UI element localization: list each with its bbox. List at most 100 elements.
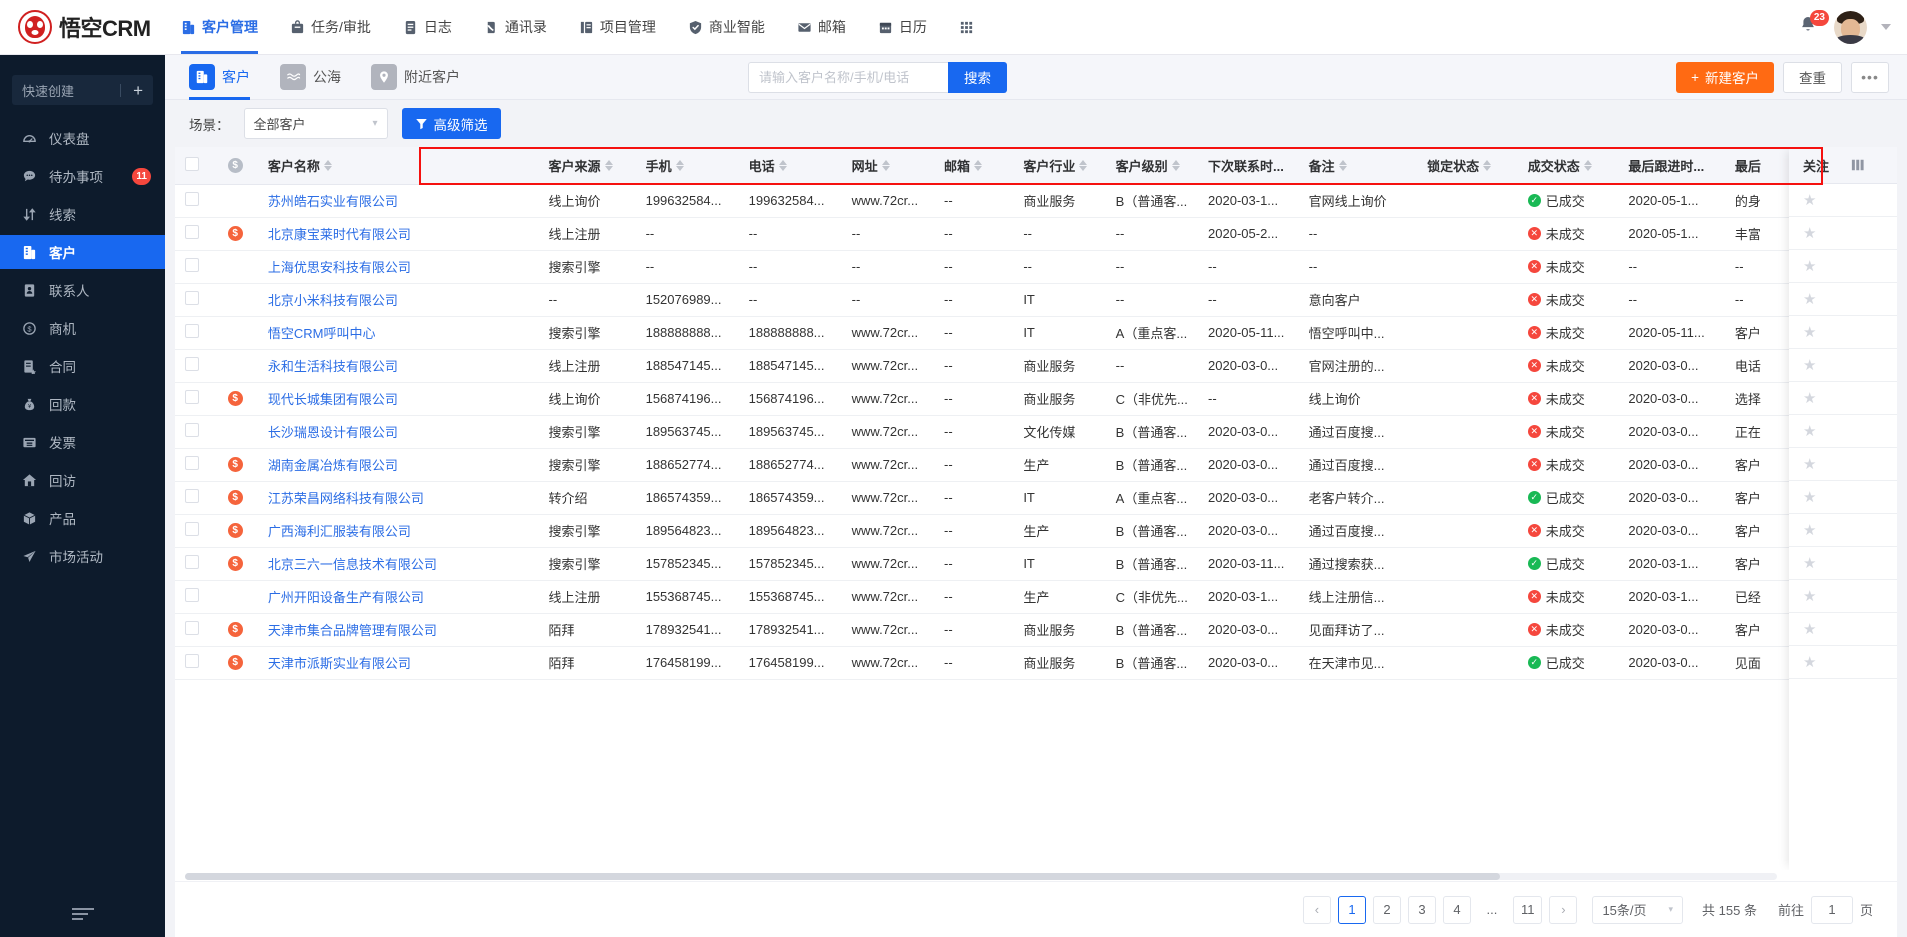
tab-public-pool[interactable]: 公海 xyxy=(280,55,341,100)
sidebar-item-dashboard[interactable]: 仪表盘 xyxy=(0,121,165,155)
star-icon[interactable]: ★ xyxy=(1803,521,1816,539)
nav-item-task-approval[interactable]: 任务/审批 xyxy=(274,0,387,54)
sidebar-item-invoice[interactable]: 发票 xyxy=(0,425,165,459)
sort-icon[interactable] xyxy=(1171,159,1180,171)
page-button-2[interactable]: 2 xyxy=(1372,895,1401,924)
customer-name-link[interactable]: 广西海利汇服装有限公司 xyxy=(268,524,411,539)
new-customer-button[interactable]: + 新建客户 xyxy=(1676,61,1774,93)
brand-logo[interactable]: 悟空CRM xyxy=(0,10,165,44)
star-icon[interactable]: ★ xyxy=(1803,587,1816,605)
sidebar-item-revisit[interactable]: 回访 xyxy=(0,463,165,497)
row-checkbox[interactable] xyxy=(185,357,199,371)
column-header-deal-status[interactable]: 成交状态 xyxy=(1517,147,1619,185)
row-checkbox[interactable] xyxy=(185,555,199,569)
search-input[interactable] xyxy=(748,61,948,93)
star-icon[interactable]: ★ xyxy=(1803,323,1816,341)
cell-customer-name[interactable]: 天津市派斯实业有限公司 xyxy=(257,646,539,680)
table-row[interactable]: $ 天津市派斯实业有限公司 陌拜 176458199... 176458199... ww… xyxy=(175,646,1897,680)
next-page-button[interactable]: › xyxy=(1549,895,1578,924)
search-button[interactable]: 搜索 xyxy=(948,61,1007,93)
customer-name-link[interactable]: 悟空CRM呼叫中心 xyxy=(268,326,376,341)
table-row[interactable]: $ 天津市集合品牌管理有限公司 陌拜 178932541... 178932541...… xyxy=(175,613,1897,647)
nav-item-mailbox[interactable]: 邮箱 xyxy=(781,0,862,54)
column-header-last-follow-time[interactable]: 最后跟进时... xyxy=(1618,147,1725,185)
row-checkbox[interactable] xyxy=(185,225,199,239)
customer-name-link[interactable]: 现代长城集团有限公司 xyxy=(268,392,398,407)
horizontal-scrollbar[interactable] xyxy=(185,870,1887,881)
nav-item-calendar[interactable]: 日历 xyxy=(862,0,943,54)
row-checkbox[interactable] xyxy=(185,324,199,338)
sidebar-item-contract[interactable]: 合同 xyxy=(0,349,165,383)
cell-customer-name[interactable]: 广西海利汇服装有限公司 xyxy=(257,514,539,548)
cell-customer-name[interactable]: 江苏荣昌网络科技有限公司 xyxy=(257,481,539,515)
row-checkbox[interactable] xyxy=(185,588,199,602)
table-row[interactable]: $ 广西海利汇服装有限公司 搜索引擎 189564823... 189564823...… xyxy=(175,514,1897,548)
customer-name-link[interactable]: 广州开阳设备生产有限公司 xyxy=(268,590,424,605)
cell-customer-name[interactable]: 天津市集合品牌管理有限公司 xyxy=(257,613,539,647)
star-icon[interactable]: ★ xyxy=(1803,290,1816,308)
table-row[interactable]: 永和生活科技有限公司 线上注册 188547145... 188547145... ww… xyxy=(175,349,1897,383)
nav-item-log[interactable]: 日志 xyxy=(387,0,468,54)
column-header-industry[interactable]: 客户行业 xyxy=(1013,147,1106,185)
customer-name-link[interactable]: 天津市派斯实业有限公司 xyxy=(268,656,411,671)
tab-customer[interactable]: 客户 xyxy=(189,55,250,100)
row-checkbox[interactable] xyxy=(185,291,199,305)
sort-icon[interactable] xyxy=(604,159,613,171)
row-checkbox[interactable] xyxy=(185,423,199,437)
column-header-mobile[interactable]: 手机 xyxy=(635,147,739,185)
row-checkbox[interactable] xyxy=(185,456,199,470)
avatar[interactable] xyxy=(1834,10,1867,44)
column-header-tel[interactable]: 电话 xyxy=(738,147,842,185)
table-row[interactable]: 广州开阳设备生产有限公司 线上注册 155368745... 155368745...… xyxy=(175,580,1897,614)
cell-customer-name[interactable]: 广州开阳设备生产有限公司 xyxy=(257,580,539,614)
column-header-level[interactable]: 客户级别 xyxy=(1105,147,1199,185)
sidebar-item-clue[interactable]: 线索 xyxy=(0,197,165,231)
cell-customer-name[interactable]: 长沙瑞恩设计有限公司 xyxy=(257,415,539,449)
row-checkbox[interactable] xyxy=(185,390,199,404)
column-settings-icon[interactable] xyxy=(1851,158,1865,172)
duplicate-check-button[interactable]: 查重 xyxy=(1783,61,1842,93)
star-icon[interactable]: ★ xyxy=(1803,455,1816,473)
sort-icon[interactable] xyxy=(1583,159,1592,171)
scrollbar-thumb[interactable] xyxy=(185,873,1500,880)
customer-name-link[interactable]: 苏州皓石实业有限公司 xyxy=(268,194,398,209)
star-icon[interactable]: ★ xyxy=(1803,389,1816,407)
star-icon[interactable]: ★ xyxy=(1803,653,1816,671)
star-icon[interactable]: ★ xyxy=(1803,620,1816,638)
column-header-next-contact-time[interactable]: 下次联系时... xyxy=(1198,147,1299,185)
table-row[interactable]: $ 北京康宝莱时代有限公司 线上注册 -- -- -- -- -- -- 2020-05-2...… xyxy=(175,217,1897,251)
page-ellipsis[interactable]: ... xyxy=(1477,895,1506,924)
star-icon[interactable]: ★ xyxy=(1803,554,1816,572)
chevron-down-icon[interactable] xyxy=(1881,24,1891,30)
sidebar-item-todo[interactable]: 待办事项 11 xyxy=(0,159,165,193)
column-header-source[interactable]: 客户来源 xyxy=(538,147,636,185)
customer-name-link[interactable]: 天津市集合品牌管理有限公司 xyxy=(268,623,437,638)
table-row[interactable]: $ 北京三六一信息技术有限公司 搜索引擎 157852345... 157852345.… xyxy=(175,547,1897,581)
sort-icon[interactable] xyxy=(323,159,332,171)
row-checkbox[interactable] xyxy=(185,654,199,668)
sidebar-item-marketing[interactable]: 市场活动 xyxy=(0,539,165,573)
scene-select[interactable]: 全部客户 ▾ xyxy=(243,108,388,139)
customer-name-link[interactable]: 北京康宝莱时代有限公司 xyxy=(268,227,411,242)
customer-name-link[interactable]: 江苏荣昌网络科技有限公司 xyxy=(268,491,424,506)
customer-name-link[interactable]: 湖南金属冶炼有限公司 xyxy=(268,458,398,473)
sort-icon[interactable] xyxy=(974,159,982,171)
table-row[interactable]: 苏州皓石实业有限公司 线上询价 199632584... 199632584... ww… xyxy=(175,184,1897,218)
cell-customer-name[interactable]: 北京三六一信息技术有限公司 xyxy=(257,547,539,581)
star-icon[interactable]: ★ xyxy=(1803,488,1816,506)
more-actions-button[interactable]: ••• xyxy=(1851,61,1889,93)
table-row[interactable]: 北京小米科技有限公司 -- 152076989... -- -- -- IT -- -- 意向客户… xyxy=(175,283,1897,317)
nav-item-business-intelligence[interactable]: 商业智能 xyxy=(672,0,781,54)
page-size-select[interactable]: 15条/页 ▾ xyxy=(1592,895,1684,924)
cell-customer-name[interactable]: 北京小米科技有限公司 xyxy=(257,283,539,317)
table-row[interactable]: 悟空CRM呼叫中心 搜索引擎 188888888... 188888888... www… xyxy=(175,316,1897,350)
column-header-website[interactable]: 网址 xyxy=(841,147,934,185)
column-header-last-extra[interactable]: 最后 xyxy=(1724,147,1796,185)
row-checkbox[interactable] xyxy=(185,258,199,272)
column-header-follow[interactable]: 关注 xyxy=(1803,156,1829,175)
page-button-3[interactable]: 3 xyxy=(1407,895,1436,924)
column-header-lock-status[interactable]: 锁定状态 xyxy=(1417,147,1518,185)
sidebar-item-product[interactable]: 产品 xyxy=(0,501,165,535)
notification-bell-button[interactable]: 23 xyxy=(1798,10,1829,39)
star-icon[interactable]: ★ xyxy=(1803,224,1816,242)
